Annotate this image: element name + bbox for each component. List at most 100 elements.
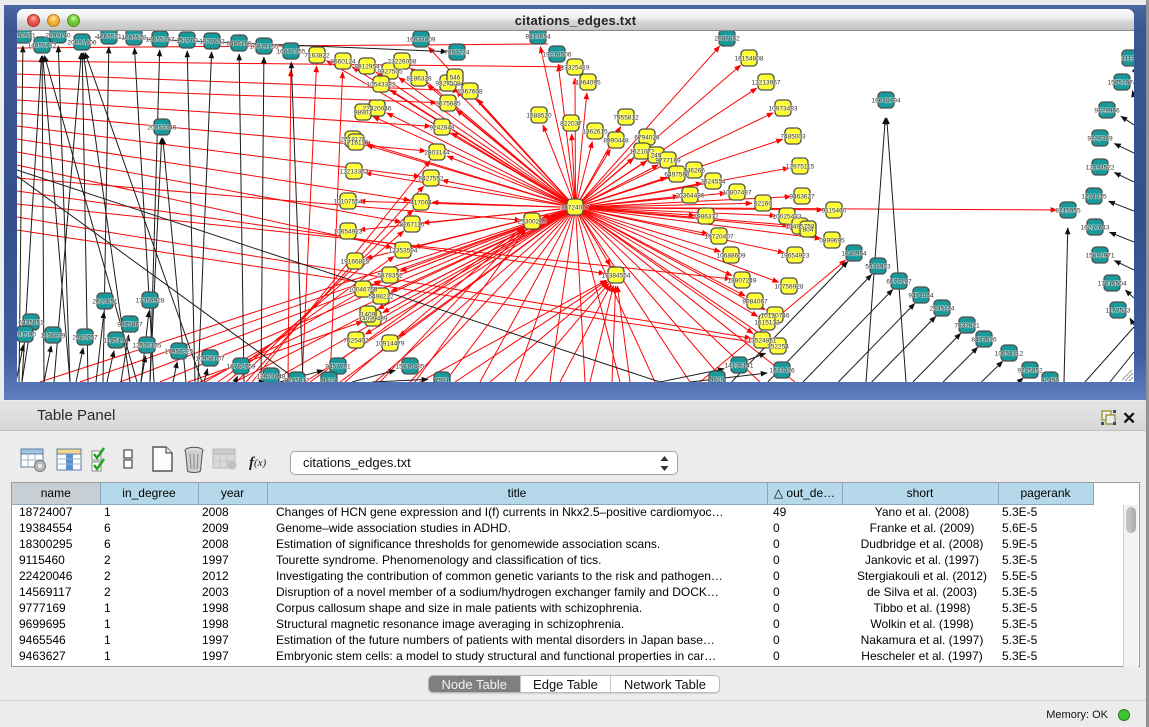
- svg-text:5878352: 5878352: [377, 273, 403, 280]
- svg-text:10958107: 10958107: [196, 356, 225, 363]
- svg-text:10654923: 10654923: [334, 229, 363, 236]
- svg-text:10688609: 10688609: [717, 253, 746, 260]
- svg-text:0899695: 0899695: [819, 238, 845, 245]
- svg-text:8912954: 8912954: [354, 64, 380, 71]
- svg-text:12213967: 12213967: [752, 80, 781, 87]
- svg-text:98903: 98903: [354, 110, 372, 117]
- svg-text:20053346: 20053346: [148, 125, 177, 132]
- svg-text:7551: 7551: [435, 378, 450, 383]
- svg-text:7485003: 7485003: [780, 134, 806, 141]
- svg-text:152760: 152760: [176, 38, 198, 45]
- svg-text:25300205: 25300205: [518, 219, 547, 226]
- svg-text:15692971: 15692971: [1086, 253, 1115, 260]
- svg-text:62160: 62160: [754, 201, 772, 208]
- svg-text:92450: 92450: [1041, 378, 1059, 383]
- svg-text:9129966: 9129966: [1094, 108, 1120, 115]
- svg-text:16782759: 16782759: [227, 364, 256, 371]
- svg-text:12353594: 12353594: [389, 248, 418, 255]
- svg-text:1864095: 1864095: [575, 80, 601, 87]
- svg-text:5938923: 5938923: [865, 264, 891, 271]
- svg-text:10046758: 10046758: [349, 287, 378, 294]
- svg-text:7986372: 7986372: [693, 214, 719, 221]
- svg-text:15716485: 15716485: [396, 364, 425, 371]
- svg-text:1716116: 1716116: [344, 140, 369, 147]
- svg-text:9457791: 9457791: [325, 364, 351, 371]
- svg-text:2090571: 2090571: [17, 33, 36, 40]
- svg-text:1409: 1409: [361, 312, 376, 319]
- svg-text:16648794: 16648794: [872, 98, 901, 105]
- svg-text:2367608: 2367608: [457, 89, 483, 96]
- svg-text:16671355: 16671355: [277, 49, 306, 56]
- svg-text:20364436: 20364436: [676, 193, 705, 200]
- svg-text:7163822: 7163822: [304, 53, 330, 60]
- svg-text:1167533: 1167533: [1106, 308, 1131, 315]
- svg-text:17957225: 17957225: [165, 349, 194, 356]
- svg-text:10914479: 10914479: [376, 341, 405, 348]
- svg-text:1588520: 1588520: [526, 113, 552, 120]
- svg-text:6497568: 6497568: [664, 172, 690, 179]
- svg-text:12505135: 12505135: [133, 343, 162, 350]
- svg-text:15720407: 15720407: [705, 234, 734, 241]
- svg-text:7632621: 7632621: [954, 323, 980, 330]
- svg-text:16154808: 16154808: [735, 56, 764, 63]
- svg-text:14055712: 14055712: [28, 43, 57, 50]
- svg-text:3624554: 3624554: [700, 179, 726, 186]
- svg-text:546: 546: [450, 75, 461, 82]
- svg-text:1527602: 1527602: [199, 39, 225, 46]
- svg-text:12975115: 12975115: [786, 164, 815, 171]
- svg-text:2020651: 2020651: [92, 299, 118, 306]
- svg-text:10107554: 10107554: [334, 199, 363, 206]
- svg-text:9413: 9413: [322, 378, 337, 383]
- svg-text:2935114: 2935114: [930, 306, 955, 313]
- svg-text:11123: 11123: [1121, 56, 1134, 63]
- svg-text:9327508: 9327508: [435, 81, 461, 88]
- svg-text:8813054: 8813054: [525, 34, 551, 41]
- svg-text:19654923: 19654923: [781, 253, 810, 260]
- svg-text:9975867: 9975867: [117, 322, 143, 329]
- svg-text:8215955: 8215955: [1055, 208, 1081, 215]
- svg-text:7857224: 7857224: [444, 50, 470, 57]
- svg-text:1145194: 1145194: [104, 338, 129, 345]
- svg-text:7625402: 7625402: [343, 338, 369, 345]
- svg-text:8660124: 8660124: [330, 59, 356, 66]
- svg-text:15751074: 15751074: [1108, 80, 1134, 87]
- svg-text:10719155: 10719155: [250, 44, 279, 51]
- svg-text:16033809: 16033809: [407, 37, 436, 44]
- svg-text:6679197: 6679197: [886, 279, 912, 286]
- svg-text:18807249: 18807249: [728, 278, 757, 285]
- svg-text:23226058: 23226058: [388, 59, 417, 66]
- svg-text:1615132: 1615132: [754, 320, 780, 327]
- svg-text:9227349: 9227349: [1087, 136, 1113, 143]
- svg-text:3675685: 3675685: [435, 101, 461, 108]
- svg-text:14136141: 14136141: [725, 363, 754, 370]
- svg-text:9777169: 9777169: [655, 158, 681, 165]
- svg-text:252254: 252254: [767, 344, 789, 351]
- svg-text:1156819: 1156819: [41, 333, 66, 340]
- svg-text:19166825: 19166825: [341, 259, 370, 266]
- svg-text:12093522: 12093522: [1086, 165, 1115, 172]
- svg-text:10543382: 10543382: [367, 82, 396, 89]
- svg-text:1733426: 1733426: [769, 368, 795, 375]
- svg-text:9620: 9620: [710, 377, 725, 383]
- svg-text:10655287: 10655287: [146, 37, 175, 44]
- svg-text:9463627: 9463627: [789, 194, 815, 201]
- svg-text:822037: 822037: [560, 121, 582, 128]
- svg-text:10654112: 10654112: [995, 351, 1024, 358]
- svg-text:13325419: 13325419: [561, 65, 590, 72]
- svg-text:6466160: 6466160: [226, 41, 252, 48]
- svg-text:8471626: 8471626: [971, 337, 997, 344]
- svg-text:9115460: 9115460: [822, 208, 847, 215]
- svg-text:17016504: 17016504: [1098, 281, 1127, 288]
- svg-text:1640954: 1640954: [841, 251, 867, 258]
- svg-text:10973493: 10973493: [769, 106, 798, 113]
- svg-text:16210643: 16210643: [1081, 225, 1110, 232]
- svg-text:9242848: 9242848: [429, 125, 455, 132]
- svg-text:18724007: 18724007: [561, 205, 590, 212]
- svg-text:(x): (x): [254, 457, 267, 469]
- svg-text:19218506: 19218506: [543, 52, 572, 59]
- svg-text:9084067: 9084067: [742, 299, 768, 306]
- svg-text:8990448: 8990448: [603, 138, 629, 145]
- svg-text:804: 804: [803, 227, 814, 234]
- svg-text:6435051: 6435051: [18, 320, 44, 327]
- svg-text:2099140: 2099140: [45, 33, 71, 40]
